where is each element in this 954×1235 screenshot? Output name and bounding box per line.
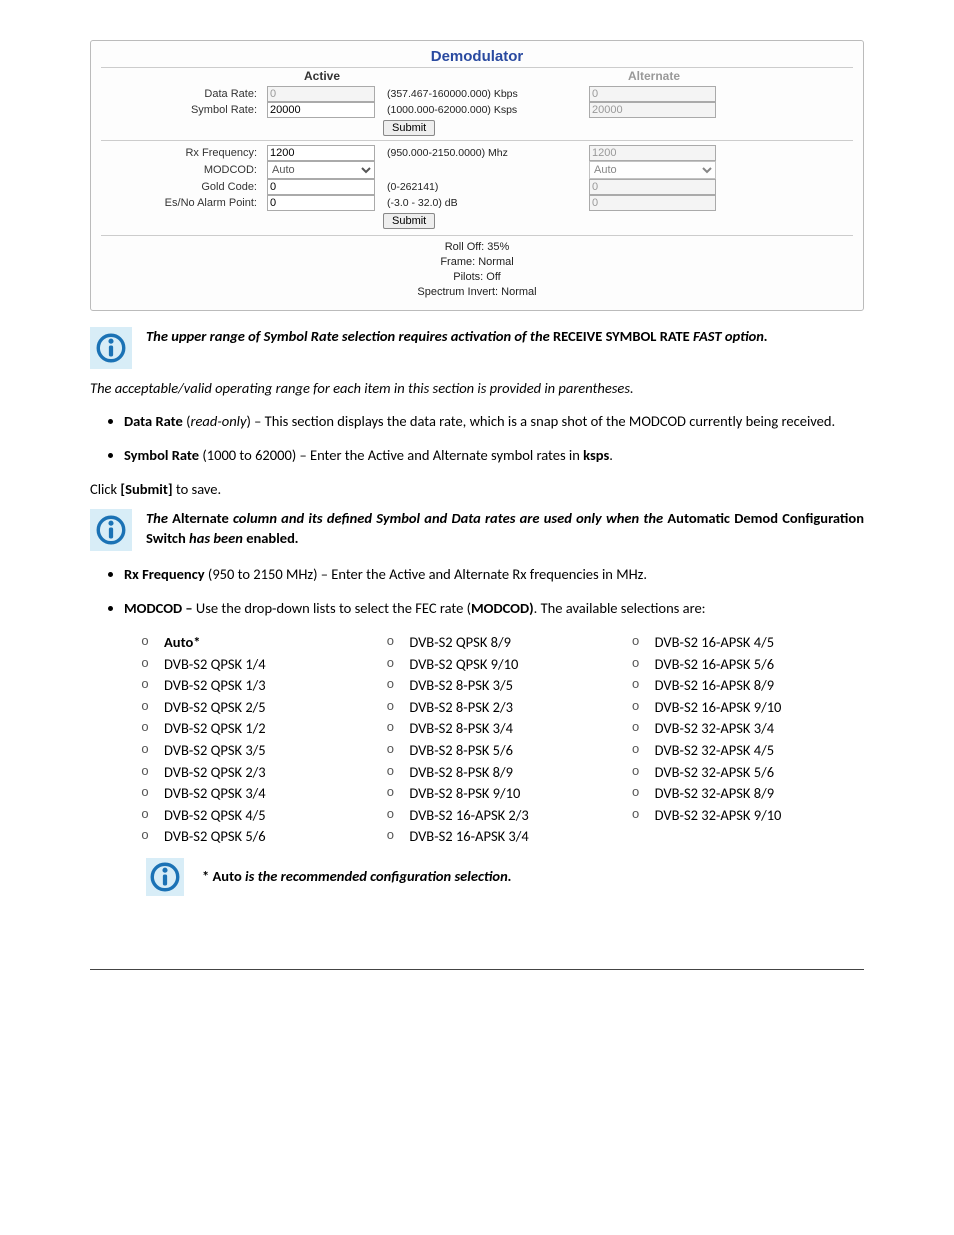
bullet-rx-freq: Rx Frequency (950 to 2150 MHz) – Enter t… xyxy=(124,565,864,585)
range-rx-freq: (950.000-2150.0000) Mhz xyxy=(383,146,583,160)
input-symbol-rate-active[interactable] xyxy=(267,102,375,118)
bullet-list-1: Data Rate (read-only) – This section dis… xyxy=(90,412,864,465)
status-pilots: Pilots: Off xyxy=(101,270,853,285)
modcod-item: oDVB-S2 QPSK 3/5 xyxy=(138,740,373,762)
input-data-rate-active xyxy=(267,86,375,102)
modcod-item: oDVB-S2 QPSK 1/2 xyxy=(138,718,373,740)
modcod-item: oDVB-S2 32-APSK 5/6 xyxy=(629,762,864,784)
modcod-item: oDVB-S2 32-APSK 3/4 xyxy=(629,718,864,740)
modcod-item: oDVB-S2 16-APSK 3/4 xyxy=(383,826,618,848)
note1-text-c: FAST option. xyxy=(690,327,768,345)
modcod-item: oDVB-S2 8-PSK 3/5 xyxy=(383,675,618,697)
note-1: The upper range of Symbol Rate selection… xyxy=(90,327,864,369)
range-symbol-rate: (1000.000-62000.000) Ksps xyxy=(383,103,583,117)
modcod-item: oDVB-S2 QPSK 9/10 xyxy=(383,654,618,676)
demodulator-panel: Demodulator Active Alternate Data Rate: … xyxy=(90,40,864,311)
range-data-rate: (357.467-160000.000) Kbps xyxy=(383,87,583,101)
modcod-item: oAuto* xyxy=(138,632,373,654)
modcod-item: oDVB-S2 QPSK 8/9 xyxy=(383,632,618,654)
input-gold-code-active[interactable] xyxy=(267,179,375,195)
modcod-item: oDVB-S2 8-PSK 5/6 xyxy=(383,740,618,762)
modcod-item: oDVB-S2 QPSK 5/6 xyxy=(138,826,373,848)
modcod-item: oDVB-S2 QPSK 1/3 xyxy=(138,675,373,697)
note1-text-b: RECEIVE SYMBOL RATE xyxy=(553,327,690,345)
col-head-active: Active xyxy=(267,68,377,86)
bullet-list-2: Rx Frequency (950 to 2150 MHz) – Enter t… xyxy=(90,565,864,618)
input-data-rate-alt xyxy=(589,86,716,102)
modcod-item: oDVB-S2 16-APSK 8/9 xyxy=(629,675,864,697)
note-auto: * Auto is the recommended configuration … xyxy=(146,858,512,896)
modcod-item: oDVB-S2 QPSK 1/4 xyxy=(138,654,373,676)
label-modcod: MODCOD: xyxy=(101,163,261,178)
note1-text-a: The upper range of Symbol Rate selection… xyxy=(146,327,553,345)
modcod-item: oDVB-S2 QPSK 4/5 xyxy=(138,805,373,827)
label-data-rate: Data Rate: xyxy=(101,87,261,102)
modcod-item: oDVB-S2 QPSK 3/4 xyxy=(138,783,373,805)
input-gold-code-alt xyxy=(589,179,716,195)
modcod-item: oDVB-S2 8-PSK 3/4 xyxy=(383,718,618,740)
modcod-item: oDVB-S2 16-APSK 5/6 xyxy=(629,654,864,676)
label-esno: Es/No Alarm Point: xyxy=(101,196,261,211)
submit-button-1[interactable]: Submit xyxy=(383,120,435,136)
para-acceptable: The acceptable/valid operating range for… xyxy=(90,379,864,399)
label-gold-code: Gold Code: xyxy=(101,180,261,195)
footer-rule xyxy=(90,969,864,970)
status-block: Roll Off: 35% Frame: Normal Pilots: Off … xyxy=(101,235,853,299)
para-click-submit: Click [Submit] to save. xyxy=(90,480,864,500)
col-head-alternate: Alternate xyxy=(589,68,719,86)
modcod-item: oDVB-S2 16-APSK 2/3 xyxy=(383,805,618,827)
modcod-item: oDVB-S2 QPSK 2/3 xyxy=(138,762,373,784)
modcod-item: oDVB-S2 32-APSK 4/5 xyxy=(629,740,864,762)
bullet-symbol-rate: Symbol Rate (1000 to 62000) – Enter the … xyxy=(124,446,864,466)
modcod-options: oAuto*oDVB-S2 QPSK 1/4oDVB-S2 QPSK 1/3oD… xyxy=(138,632,864,848)
submit-button-2[interactable]: Submit xyxy=(383,213,435,229)
input-rx-freq-active[interactable] xyxy=(267,145,375,161)
input-rx-freq-alt xyxy=(589,145,716,161)
modcod-item: oDVB-S2 16-APSK 9/10 xyxy=(629,697,864,719)
label-rx-freq: Rx Frequency: xyxy=(101,146,261,161)
status-rolloff: Roll Off: 35% xyxy=(101,240,853,255)
label-symbol-rate: Symbol Rate: xyxy=(101,103,261,118)
bullet-data-rate: Data Rate (read-only) – This section dis… xyxy=(124,412,864,432)
divider xyxy=(101,140,853,141)
input-symbol-rate-alt xyxy=(589,102,716,118)
panel-title: Demodulator xyxy=(101,47,853,68)
select-modcod-alt: Auto xyxy=(589,161,716,179)
modcod-item: oDVB-S2 32-APSK 9/10 xyxy=(629,805,864,827)
select-modcod-active[interactable]: Auto xyxy=(267,161,375,179)
bullet-modcod: MODCOD – Use the drop-down lists to sele… xyxy=(124,599,864,619)
modcod-item: oDVB-S2 8-PSK 8/9 xyxy=(383,762,618,784)
status-spectrum: Spectrum Invert: Normal xyxy=(101,285,853,300)
input-esno-active[interactable] xyxy=(267,195,375,211)
modcod-item: oDVB-S2 8-PSK 2/3 xyxy=(383,697,618,719)
range-esno: (-3.0 - 32.0) dB xyxy=(383,196,583,210)
modcod-item: oDVB-S2 QPSK 2/5 xyxy=(138,697,373,719)
note-2: The Alternate column and its defined Sym… xyxy=(90,509,864,551)
modcod-item: oDVB-S2 8-PSK 9/10 xyxy=(383,783,618,805)
modcod-item: oDVB-S2 32-APSK 8/9 xyxy=(629,783,864,805)
info-icon xyxy=(90,327,132,369)
info-icon xyxy=(146,858,184,896)
input-esno-alt xyxy=(589,195,716,211)
info-icon xyxy=(90,509,132,551)
status-frame: Frame: Normal xyxy=(101,255,853,270)
range-gold-code: (0-262141) xyxy=(383,180,583,194)
modcod-item: oDVB-S2 16-APSK 4/5 xyxy=(629,632,864,654)
